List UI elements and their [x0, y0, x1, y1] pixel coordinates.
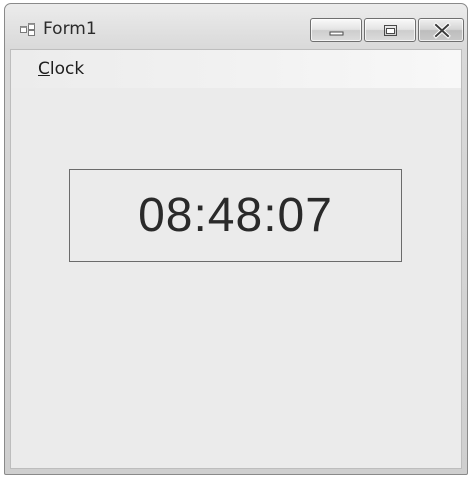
- close-icon: [433, 22, 451, 39]
- menu-item-clock-label: lock: [49, 59, 85, 79]
- maximize-icon: [384, 25, 397, 36]
- minimize-button[interactable]: [310, 18, 362, 42]
- form-window-icon[interactable]: [20, 21, 36, 37]
- clock-display: 08:48:07: [69, 169, 402, 262]
- title-bar[interactable]: Form1: [5, 4, 467, 48]
- maximize-button[interactable]: [364, 18, 416, 42]
- close-button[interactable]: [418, 18, 464, 42]
- clock-time-label: 08:48:07: [138, 189, 333, 242]
- form-window: Form1 Clock 08:48:07: [4, 3, 468, 475]
- form-client-area: Clock 08:48:07: [10, 49, 462, 469]
- window-title: Form1: [43, 19, 97, 39]
- minimize-icon: [329, 31, 344, 36]
- menu-item-clock-mnemonic: C: [38, 59, 50, 79]
- menu-bar: Clock: [11, 50, 461, 88]
- menu-item-clock[interactable]: Clock: [35, 59, 87, 79]
